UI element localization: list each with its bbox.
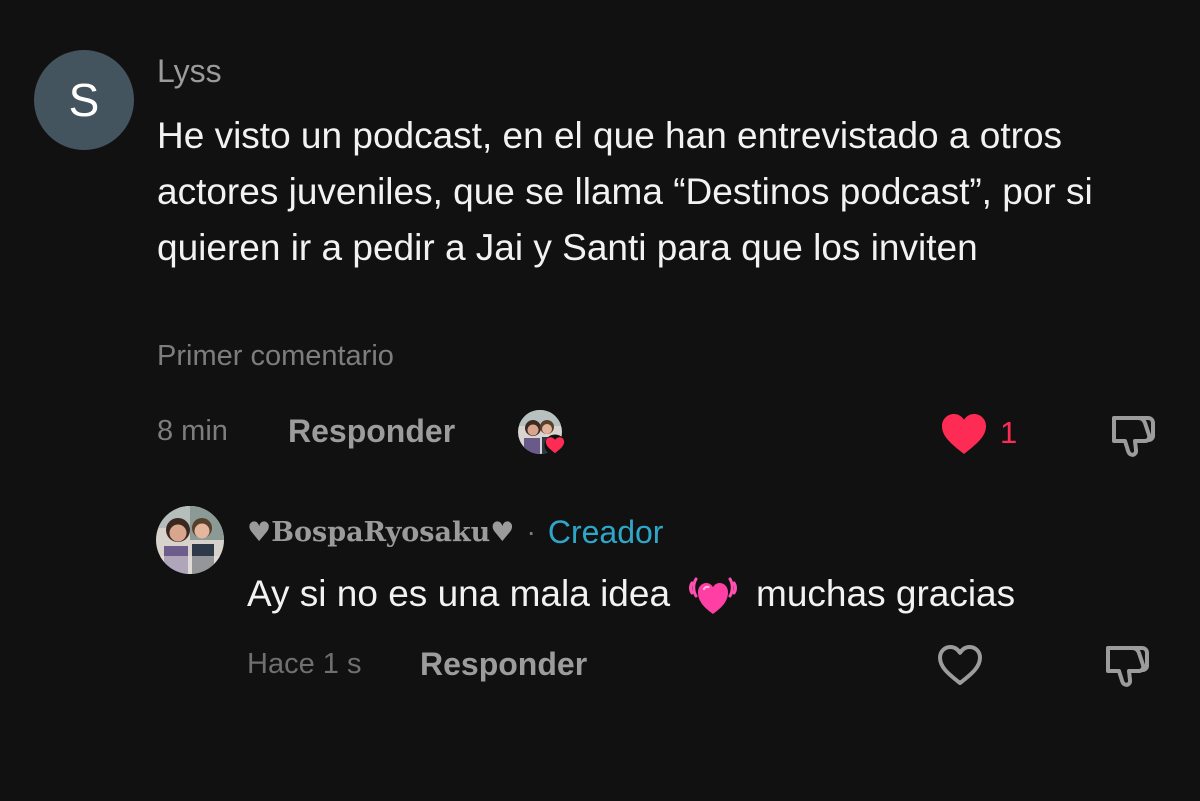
heart-icon: [544, 434, 566, 456]
avatar-letter: S: [68, 74, 100, 126]
reply-button-2[interactable]: Responder: [420, 646, 587, 683]
comment-text: He visto un podcast, en el que han entre…: [157, 115, 1093, 268]
like-heart-outline-icon[interactable]: [936, 643, 984, 687]
beating-heart-emoji-icon: [689, 577, 738, 614]
reply-author[interactable]: ♥BospaRyosaku♥: [247, 517, 515, 548]
comment-timestamp: 8 min: [157, 415, 228, 447]
commenter-avatar[interactable]: S: [34, 50, 134, 150]
like-heart-filled-icon[interactable]: [940, 412, 988, 456]
creator-badge: Creador: [547, 513, 664, 550]
dislike-icon-2[interactable]: [1102, 640, 1152, 690]
reply-text: Ay si no es una mala idea muchas gracias: [247, 568, 1015, 620]
first-comment-tag: Primer comentario: [157, 340, 394, 372]
creator-liked-indicator: [518, 410, 566, 458]
comment-author[interactable]: Lyss: [157, 53, 222, 90]
creator-avatar[interactable]: [156, 506, 224, 574]
like-count: 1: [1000, 415, 1018, 450]
reply-button[interactable]: Responder: [288, 413, 455, 450]
reply-text-end: muchas gracias: [756, 573, 1016, 614]
separator-dot: ·: [526, 516, 536, 547]
reply-header: ♥BospaRyosaku♥ · Creador: [247, 512, 663, 552]
reply-timestamp: Hace 1 s: [247, 648, 362, 680]
dislike-icon[interactable]: [1108, 410, 1158, 460]
reply-text-start: Ay si no es una mala idea: [247, 573, 671, 614]
